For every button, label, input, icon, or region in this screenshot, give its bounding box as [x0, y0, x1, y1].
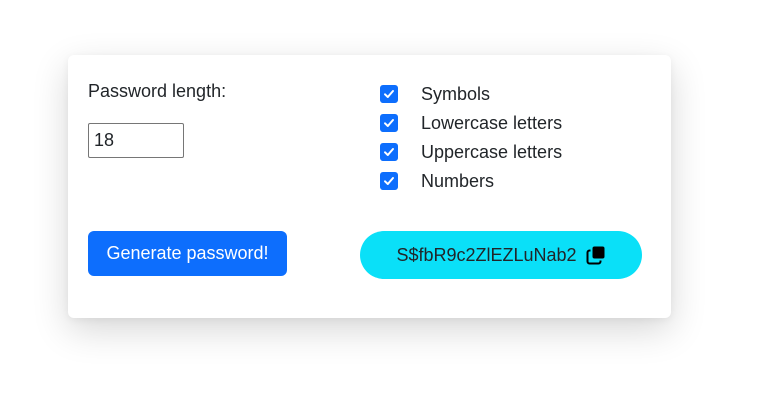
- symbols-checkbox[interactable]: [380, 84, 398, 103]
- numbers-label: Numbers: [421, 170, 495, 191]
- lowercase-checkbox[interactable]: [380, 113, 398, 132]
- option-symbols[interactable]: Symbols: [380, 79, 562, 108]
- lowercase-label: Lowercase letters: [421, 112, 563, 133]
- checkmark-icon: [384, 176, 394, 185]
- generated-password-copy-button[interactable]: S$fbR9c2ZlEZLuNab2: [360, 231, 642, 279]
- character-options: Symbols Lowercase letters Uppercase lett…: [380, 79, 562, 195]
- password-length-label: Password length:: [88, 81, 227, 101]
- option-lowercase[interactable]: Lowercase letters: [380, 108, 562, 137]
- password-length-input[interactable]: [88, 123, 184, 158]
- numbers-checkbox[interactable]: [380, 171, 398, 190]
- copy-icon: [586, 246, 605, 265]
- generated-password-text: S$fbR9c2ZlEZLuNab2: [396, 244, 577, 265]
- option-uppercase[interactable]: Uppercase letters: [380, 137, 562, 166]
- checkmark-icon: [384, 147, 394, 156]
- password-generator-card: Password length: Symbols Lowercase lette…: [68, 55, 671, 318]
- uppercase-label: Uppercase letters: [421, 141, 563, 162]
- checkmark-icon: [384, 89, 394, 98]
- symbols-label: Symbols: [421, 83, 491, 104]
- checkmark-icon: [384, 118, 394, 127]
- uppercase-checkbox[interactable]: [380, 142, 398, 161]
- generate-password-button[interactable]: Generate password!: [88, 231, 287, 276]
- option-numbers[interactable]: Numbers: [380, 166, 562, 195]
